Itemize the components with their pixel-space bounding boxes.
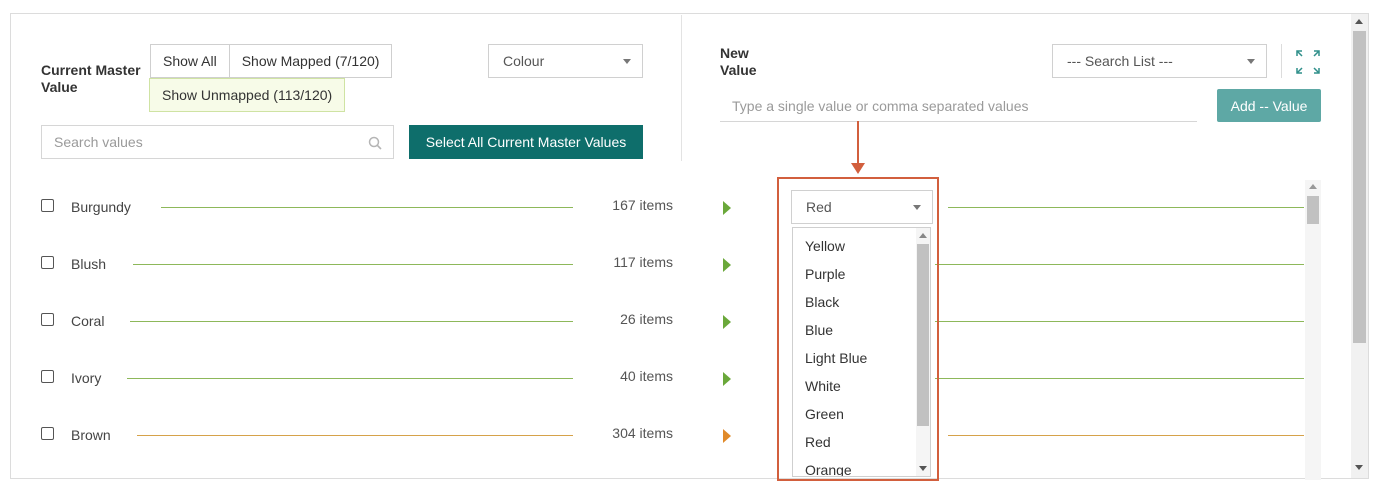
- scroll-up-icon[interactable]: [919, 233, 927, 238]
- page-scrollbar[interactable]: [1351, 14, 1368, 478]
- row-target-line: [935, 264, 1304, 265]
- new-value-input-box: [720, 90, 1197, 122]
- row-connector-line: [137, 435, 573, 436]
- row-target-line: [948, 207, 1304, 208]
- attribute-select-value: Colour: [503, 53, 545, 69]
- new-value-label: New Value: [720, 45, 757, 78]
- current-master-value-label: Current Master Value: [41, 62, 141, 95]
- row-item-count: 40 items: [620, 368, 673, 384]
- show-unmapped-button[interactable]: Show Unmapped (113/120): [149, 78, 346, 112]
- row-name: Ivory: [71, 370, 102, 386]
- row-item-count: 304 items: [612, 425, 673, 441]
- expand-arrow-icon[interactable]: [723, 258, 731, 272]
- search-icon[interactable]: [368, 136, 382, 150]
- show-mapped-button[interactable]: Show Mapped (7/120): [229, 44, 393, 78]
- chevron-down-icon: [913, 205, 921, 210]
- show-all-button[interactable]: Show All: [150, 44, 230, 78]
- row-name: Burgundy: [71, 199, 131, 215]
- row-connector-line: [130, 321, 573, 322]
- dropdown-option[interactable]: Red: [793, 428, 930, 456]
- scroll-down-icon[interactable]: [1355, 465, 1363, 470]
- expand-arrow-icon[interactable]: [723, 315, 731, 329]
- search-values-input[interactable]: [54, 134, 354, 150]
- row-connector-line: [127, 378, 573, 379]
- expand-icon[interactable]: [1295, 49, 1321, 75]
- row-item-count: 26 items: [620, 311, 673, 327]
- new-value-dropdown-list: Yellow Purple Black Blue Light Blue White Gree…: [792, 227, 931, 477]
- row-checkbox[interactable]: [41, 256, 54, 269]
- row-checkbox[interactable]: [41, 199, 54, 212]
- row-target-line: [948, 435, 1304, 436]
- callout-arrow-head: [851, 163, 865, 174]
- new-value-select-value: Red: [806, 199, 832, 215]
- row-item-count: 117 items: [613, 254, 673, 270]
- row-target-line: [935, 378, 1304, 379]
- row-checkbox[interactable]: [41, 313, 54, 326]
- toolbar-separator: [1281, 44, 1282, 78]
- expand-arrow-icon[interactable]: [723, 201, 731, 215]
- expand-arrow-icon[interactable]: [723, 372, 731, 386]
- dropdown-option[interactable]: Black: [793, 288, 930, 316]
- dropdown-option[interactable]: White: [793, 372, 930, 400]
- scrollbar-thumb[interactable]: [1353, 31, 1366, 343]
- dropdown-option[interactable]: Green: [793, 400, 930, 428]
- dropdown-option[interactable]: Light Blue: [793, 344, 930, 372]
- scroll-down-icon[interactable]: [919, 466, 927, 471]
- attribute-select[interactable]: Colour: [488, 44, 643, 78]
- row-name: Coral: [71, 313, 105, 329]
- scroll-up-icon[interactable]: [1355, 19, 1363, 24]
- chevron-down-icon: [1247, 59, 1255, 64]
- callout-arrow: [857, 121, 859, 165]
- row-item-count: 167 items: [612, 197, 673, 213]
- row-target-line: [935, 321, 1304, 322]
- add-value-button[interactable]: Add -- Value: [1217, 89, 1321, 122]
- scrollbar-thumb[interactable]: [1307, 196, 1319, 224]
- row-name: Blush: [71, 256, 107, 272]
- new-value-select[interactable]: Red: [791, 190, 933, 224]
- search-list-value: --- Search List ---: [1067, 53, 1173, 69]
- new-value-input[interactable]: [732, 97, 1182, 114]
- search-list-select[interactable]: --- Search List ---: [1052, 44, 1267, 78]
- dropdown-option[interactable]: Blue: [793, 316, 930, 344]
- dropdown-scrollbar[interactable]: [916, 228, 930, 476]
- filter-button-group: Show All Show Mapped (7/120): [150, 44, 393, 78]
- dropdown-option[interactable]: Purple: [793, 260, 930, 288]
- row-checkbox[interactable]: [41, 370, 54, 383]
- row-connector-line: [161, 207, 573, 208]
- mapping-scrollbar[interactable]: [1305, 180, 1321, 480]
- expand-arrow-icon[interactable]: [723, 429, 731, 443]
- scroll-up-icon[interactable]: [1309, 184, 1317, 189]
- search-values-box: [41, 125, 394, 159]
- panel-divider: [681, 15, 682, 161]
- row-connector-line: [133, 264, 573, 265]
- dropdown-option[interactable]: Orange: [793, 456, 930, 476]
- select-all-master-values-button[interactable]: Select All Current Master Values: [409, 125, 643, 159]
- scrollbar-thumb[interactable]: [917, 244, 929, 426]
- row-name: Brown: [71, 427, 111, 443]
- chevron-down-icon: [623, 59, 631, 64]
- row-checkbox[interactable]: [41, 427, 54, 440]
- dropdown-option[interactable]: Yellow: [793, 232, 930, 260]
